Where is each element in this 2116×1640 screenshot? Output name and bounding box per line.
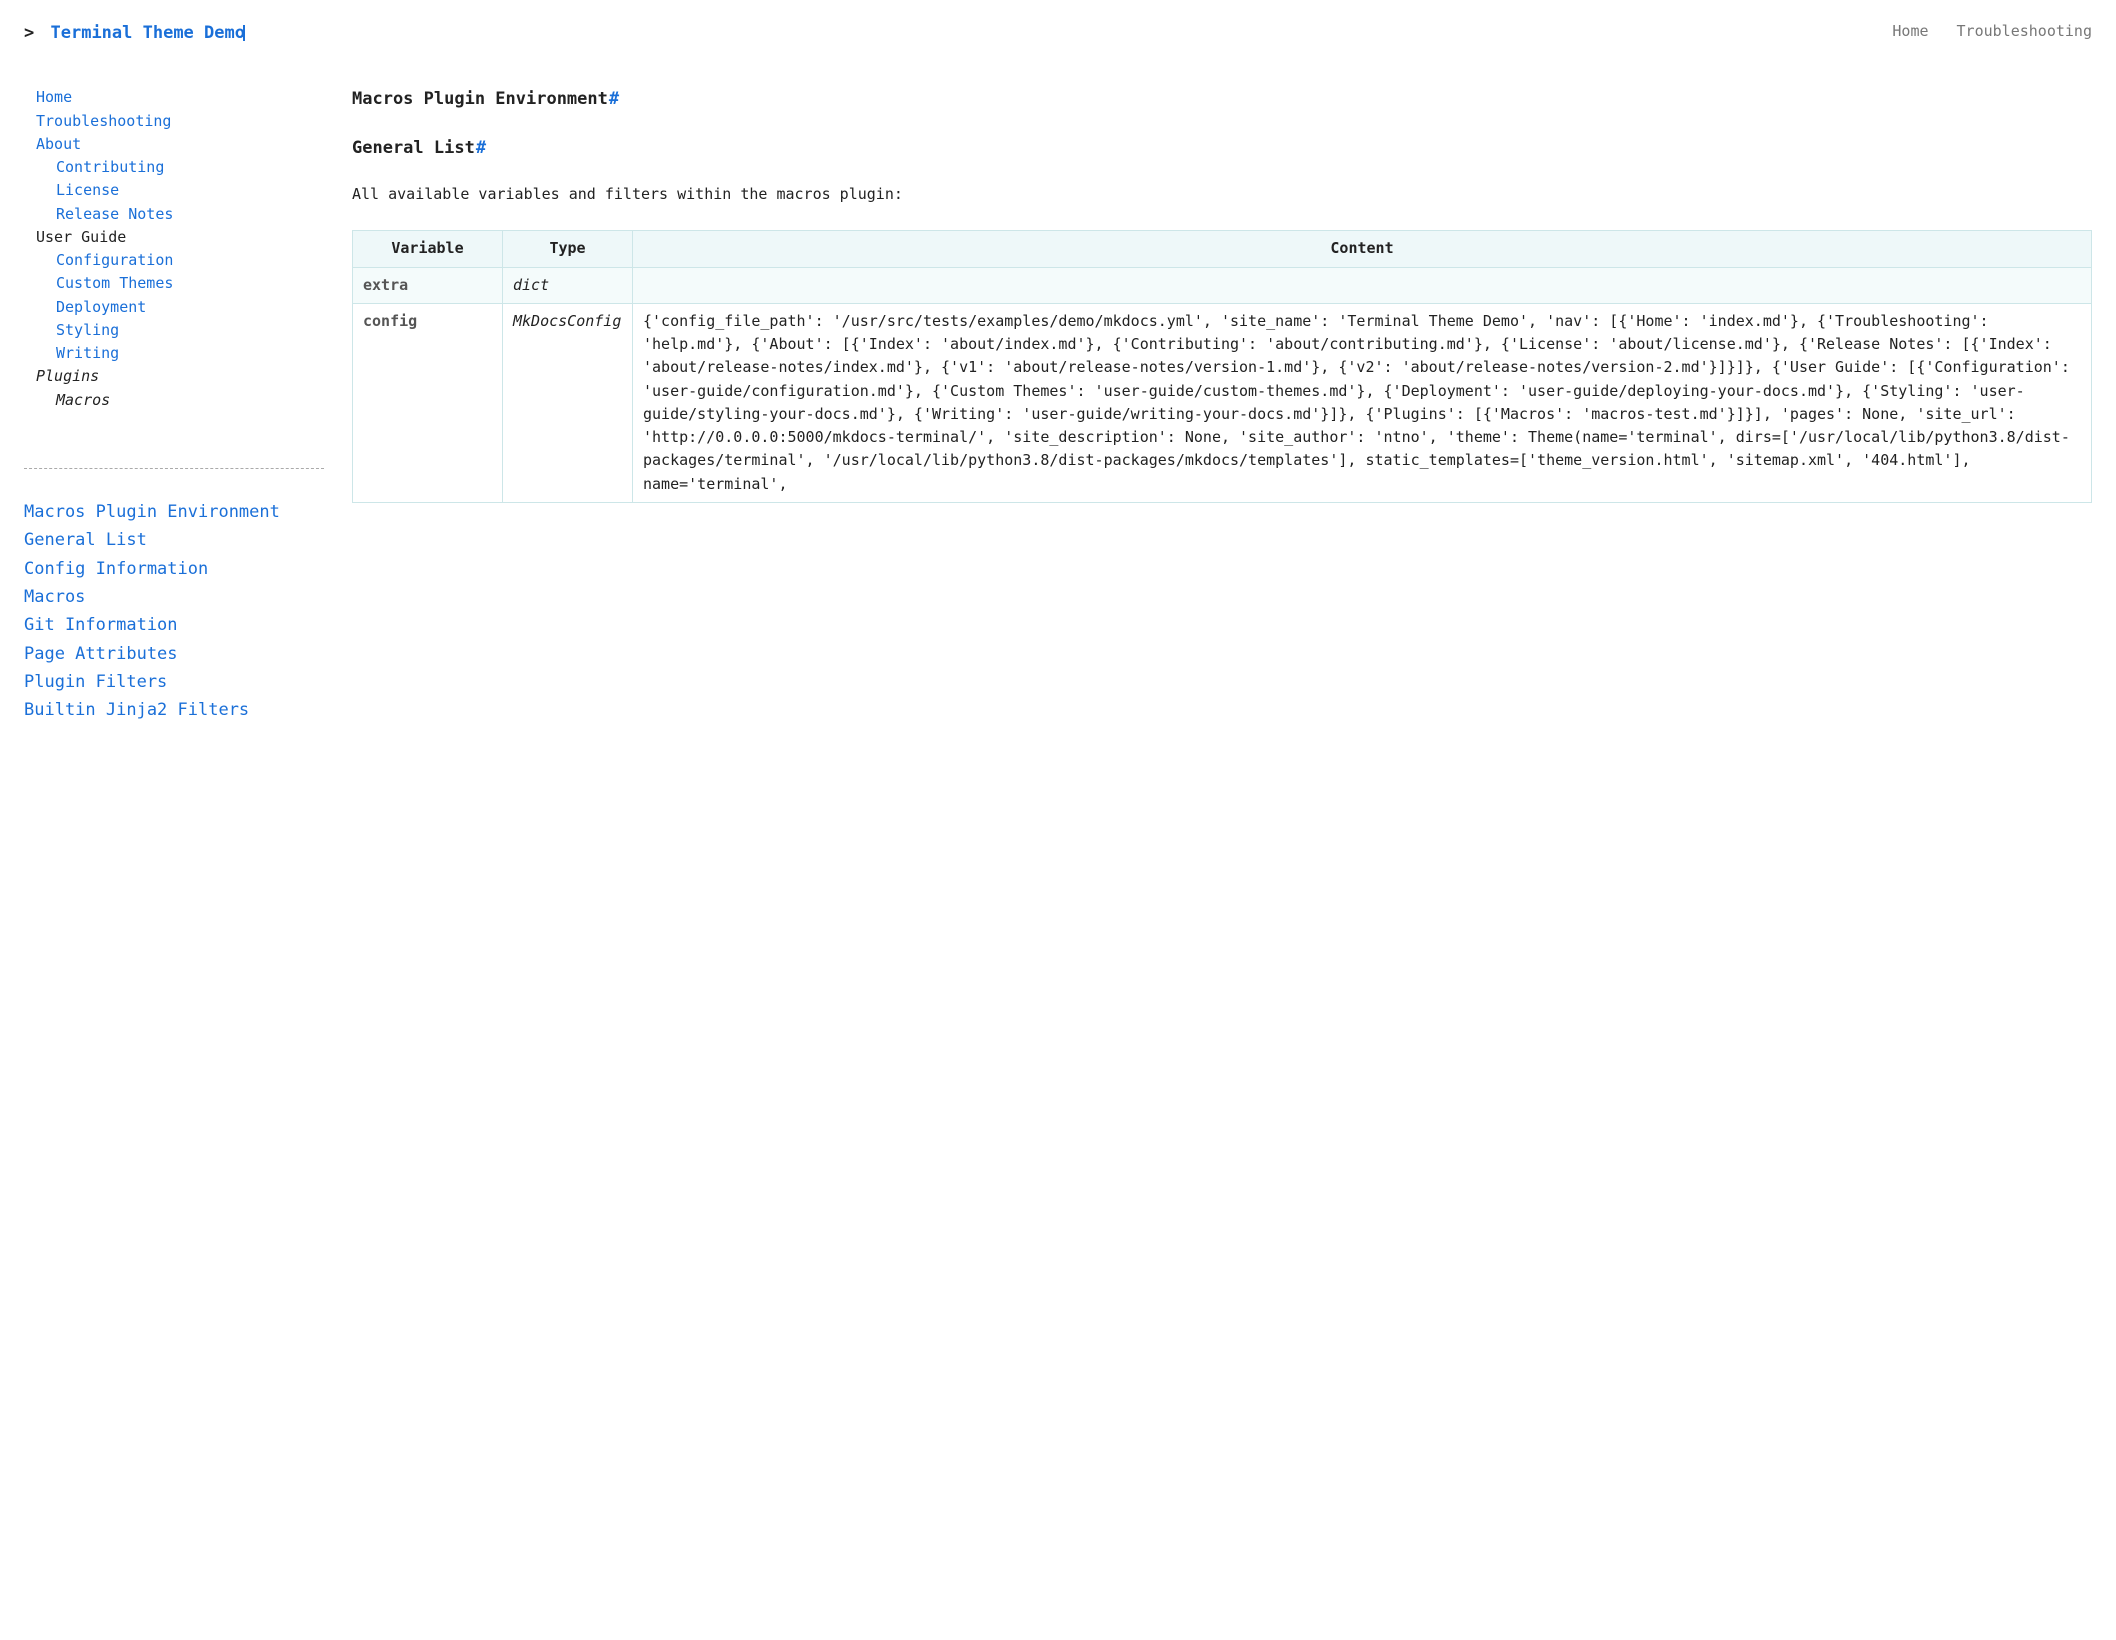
site-logo[interactable]: > Terminal Theme Demo	[24, 20, 245, 46]
table-row: config MkDocsConfig {'config_file_path':…	[353, 303, 2092, 502]
nav-release-notes[interactable]: Release Notes	[36, 203, 324, 226]
page-header: > Terminal Theme Demo Home Troubleshooti…	[24, 20, 2092, 46]
side-nav: Home Troubleshooting About Contributing …	[36, 86, 324, 412]
nav-deployment[interactable]: Deployment	[36, 296, 324, 319]
nav-home[interactable]: Home	[36, 86, 324, 109]
nav-custom-themes[interactable]: Custom Themes	[36, 272, 324, 295]
cell-variable: extra	[353, 267, 503, 303]
h1-anchor-icon[interactable]: #	[609, 89, 619, 109]
sidebar-divider	[24, 468, 324, 469]
toc-config-information[interactable]: Config Information	[24, 556, 324, 582]
toc-page-attributes[interactable]: Page Attributes	[24, 641, 324, 667]
col-content: Content	[633, 231, 2092, 267]
nav-troubleshooting[interactable]: Troubleshooting	[36, 110, 324, 133]
toc-git-information[interactable]: Git Information	[24, 612, 324, 638]
h2-anchor-icon[interactable]: #	[476, 138, 486, 158]
intro-text: All available variables and filters with…	[352, 183, 2092, 206]
main-content: Macros Plugin Environment# General List#…	[352, 86, 2092, 502]
top-nav: Home Troubleshooting	[1892, 20, 2092, 43]
col-variable: Variable	[353, 231, 503, 267]
nav-macros-current: Macros	[36, 389, 324, 412]
toc-macros-plugin-environment[interactable]: Macros Plugin Environment	[24, 499, 324, 525]
h1-text: Macros Plugin Environment	[352, 89, 608, 109]
variables-table: Variable Type Content extra dict config …	[352, 230, 2092, 503]
table-of-contents: Macros Plugin Environment General List C…	[24, 499, 324, 724]
cell-content	[633, 267, 2092, 303]
nav-styling[interactable]: Styling	[36, 319, 324, 342]
cell-type: dict	[503, 267, 633, 303]
cursor-icon	[243, 25, 245, 41]
cell-type: MkDocsConfig	[503, 303, 633, 502]
toc-plugin-filters[interactable]: Plugin Filters	[24, 669, 324, 695]
nav-about[interactable]: About	[36, 133, 324, 156]
nav-user-guide: User Guide	[36, 226, 324, 249]
cell-content: {'config_file_path': '/usr/src/tests/exa…	[633, 303, 2092, 502]
prompt-icon: >	[24, 23, 34, 43]
page-h1: Macros Plugin Environment#	[352, 86, 2092, 112]
toc-general-list[interactable]: General List	[24, 527, 324, 553]
table-row: extra dict	[353, 267, 2092, 303]
nav-license[interactable]: License	[36, 179, 324, 202]
nav-contributing[interactable]: Contributing	[36, 156, 324, 179]
cell-variable: config	[353, 303, 503, 502]
topnav-troubleshooting[interactable]: Troubleshooting	[1957, 20, 2092, 43]
nav-plugins: Plugins	[36, 365, 324, 388]
h2-text: General List	[352, 138, 475, 158]
nav-writing[interactable]: Writing	[36, 342, 324, 365]
topnav-home[interactable]: Home	[1892, 20, 1928, 43]
toc-macros[interactable]: Macros	[24, 584, 324, 610]
site-title: Terminal Theme Demo	[51, 23, 245, 43]
nav-configuration[interactable]: Configuration	[36, 249, 324, 272]
col-type: Type	[503, 231, 633, 267]
sidebar: Home Troubleshooting About Contributing …	[24, 86, 324, 725]
page-h2: General List#	[352, 135, 2092, 161]
toc-builtin-jinja2-filters[interactable]: Builtin Jinja2 Filters	[24, 697, 324, 723]
